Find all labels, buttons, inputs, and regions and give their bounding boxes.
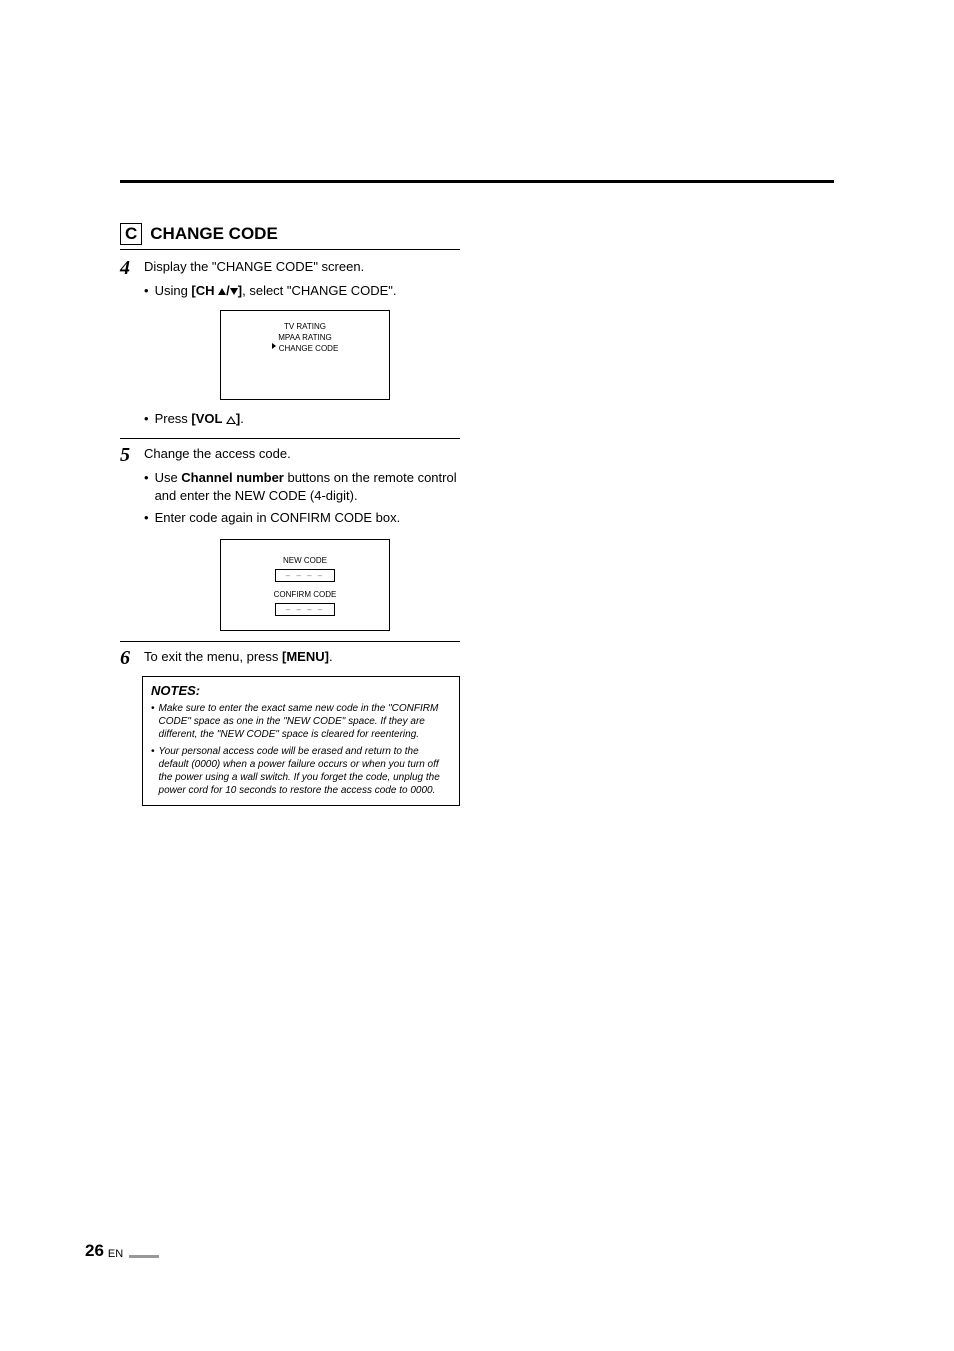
notes-text: Your personal access code will be erased… — [159, 745, 451, 797]
text: [VOL — [191, 411, 225, 426]
step-text: To exit the menu, press [MENU]. — [144, 648, 333, 668]
code-label: NEW CODE — [231, 556, 379, 565]
menu-items: TV RATING MPAA RATING CHANGE CODE — [231, 321, 379, 354]
bullet-text: Use Channel number buttons on the remote… — [155, 469, 460, 505]
divider — [120, 438, 460, 439]
bullet-icon: • — [144, 410, 149, 428]
text: Press — [155, 411, 192, 426]
bullet-icon: • — [144, 469, 149, 505]
notes-title: NOTES: — [151, 683, 451, 698]
step4-bullet-2: • Press [VOL ]. — [144, 410, 460, 428]
section-heading: C CHANGE CODE — [120, 223, 460, 250]
step5-bullet-1: • Use Channel number buttons on the remo… — [144, 469, 460, 505]
bullet-text: Enter code again in CONFIRM CODE box. — [155, 509, 401, 527]
bullet-icon: • — [144, 509, 149, 527]
text: ] — [236, 411, 240, 426]
code-field: – – – – — [275, 603, 335, 616]
key-label: [VOL ] — [191, 411, 240, 426]
step-4: 4 Display the "CHANGE CODE" screen. — [120, 258, 460, 278]
triangle-right-icon — [272, 343, 276, 349]
step-5: 5 Change the access code. — [120, 445, 460, 465]
menu-item-selected: CHANGE CODE — [231, 343, 379, 354]
notes-item: • Your personal access code will be eras… — [151, 745, 451, 797]
bold-text: Channel number — [181, 470, 284, 485]
code-field: – – – – — [275, 569, 335, 582]
key-label: [MENU] — [282, 649, 329, 664]
bullet-icon: • — [144, 282, 149, 300]
text: Using — [155, 283, 192, 298]
menu-item: TV RATING — [231, 321, 379, 332]
notes-item: • Make sure to enter the exact same new … — [151, 702, 451, 741]
main-column: C CHANGE CODE 4 Display the "CHANGE CODE… — [120, 223, 460, 806]
bullet-icon: • — [151, 702, 155, 741]
step5-bullet-2: • Enter code again in CONFIRM CODE box. — [144, 509, 460, 527]
key-label: [CH /] — [191, 283, 242, 298]
menu-item: MPAA RATING — [231, 332, 379, 343]
text: Use — [155, 470, 182, 485]
text: . — [329, 649, 333, 664]
section-title: CHANGE CODE — [150, 224, 278, 244]
step-6: 6 To exit the menu, press [MENU]. — [120, 648, 460, 668]
step-text: Change the access code. — [144, 445, 291, 465]
bullet-text: Using [CH /], select "CHANGE CODE". — [155, 282, 397, 300]
page-content: C CHANGE CODE 4 Display the "CHANGE CODE… — [0, 0, 954, 806]
step-text: Display the "CHANGE CODE" screen. — [144, 258, 364, 278]
triangle-up-icon — [218, 288, 226, 295]
triangle-outline-up-icon — [226, 416, 236, 424]
notes-text: Make sure to enter the exact same new co… — [159, 702, 451, 741]
onscreen-menu-box: TV RATING MPAA RATING CHANGE CODE — [220, 310, 390, 400]
step4-bullet-1: • Using [CH /], select "CHANGE CODE". — [144, 282, 460, 300]
bullet-icon: • — [151, 745, 155, 797]
top-rule — [120, 180, 834, 183]
menu-item-label: CHANGE CODE — [279, 343, 339, 354]
page-footer: 26 EN — [85, 1241, 159, 1261]
divider — [120, 641, 460, 642]
step-number: 6 — [120, 648, 136, 668]
page-number: 26 — [85, 1241, 104, 1261]
page-language: EN — [108, 1248, 123, 1260]
section-letter: C — [120, 223, 142, 245]
step-number: 4 — [120, 258, 136, 278]
onscreen-code-box: NEW CODE – – – – CONFIRM CODE – – – – — [220, 539, 390, 631]
footer-bar — [129, 1255, 159, 1258]
notes-box: NOTES: • Make sure to enter the exact sa… — [142, 676, 460, 806]
triangle-down-icon — [230, 288, 238, 295]
step-number: 5 — [120, 445, 136, 465]
bullet-text: Press [VOL ]. — [155, 410, 244, 428]
text: , select "CHANGE CODE". — [242, 283, 396, 298]
text: To exit the menu, press — [144, 649, 282, 664]
code-label: CONFIRM CODE — [231, 590, 379, 599]
